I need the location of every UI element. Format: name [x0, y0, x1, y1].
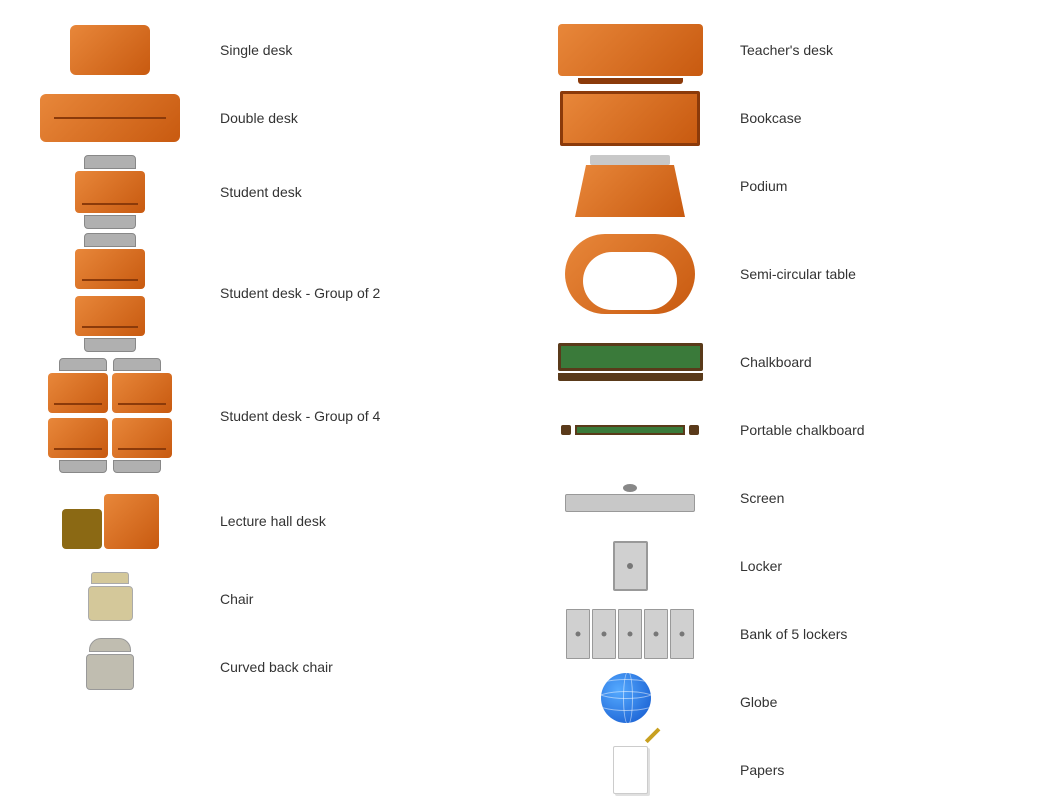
screen-label: Screen: [740, 490, 784, 506]
student-desk-group4-label: Student desk - Group of 4: [220, 408, 380, 424]
chalkboard-label: Chalkboard: [740, 354, 812, 370]
lecture-hall-desk-label: Lecture hall desk: [220, 513, 326, 529]
list-item: Bookcase: [540, 88, 1027, 148]
list-item: Chalkboard: [540, 332, 1027, 392]
portable-chalkboard-label: Portable chalkboard: [740, 422, 865, 438]
bookcase-label: Bookcase: [740, 110, 801, 126]
bank-lockers-icon: [540, 609, 720, 659]
chair-icon: [20, 572, 200, 627]
screen-icon: [540, 484, 720, 512]
list-item: Student desk: [20, 156, 500, 227]
chair-label: Chair: [220, 591, 253, 607]
list-item: Teacher's desk: [540, 20, 1027, 80]
student-desk-group2-icon: [20, 233, 200, 352]
teachers-desk-label: Teacher's desk: [740, 42, 833, 58]
papers-label: Papers: [740, 762, 784, 778]
list-item: Lecture hall desk: [20, 481, 500, 561]
globe-label: Globe: [740, 694, 777, 710]
list-item: Bank of 5 lockers: [540, 604, 1027, 664]
list-item: Single desk: [20, 20, 500, 80]
left-column: Single desk Double desk Student desk: [0, 0, 520, 725]
bank-lockers-label: Bank of 5 lockers: [740, 626, 847, 642]
list-item: Semi-circular table: [540, 224, 1027, 324]
double-desk-icon: [20, 94, 200, 142]
bookcase-icon: [540, 91, 720, 146]
list-item: Papers: [540, 740, 1027, 800]
locker-label: Locker: [740, 558, 782, 574]
papers-icon: [540, 746, 720, 794]
list-item: Double desk: [20, 88, 500, 148]
portable-chalkboard-icon: [540, 425, 720, 435]
list-item: Screen: [540, 468, 1027, 528]
semi-circular-table-label: Semi-circular table: [740, 266, 856, 282]
student-desk-group2-label: Student desk - Group of 2: [220, 285, 380, 301]
single-desk-label: Single desk: [220, 42, 292, 58]
list-item: Curved back chair: [20, 637, 500, 697]
right-column: Teacher's desk Bookcase Podium: [520, 0, 1047, 725]
lecture-hall-desk-icon: [20, 494, 200, 549]
list-item: Locker: [540, 536, 1027, 596]
student-desk-group4-icon: [20, 358, 200, 473]
podium-icon: [540, 155, 720, 217]
podium-label: Podium: [740, 178, 787, 194]
list-item: Student desk - Group of 4: [20, 358, 500, 473]
curved-back-chair-icon: [20, 638, 200, 696]
semi-circular-table-icon: [540, 234, 720, 314]
locker-icon: [540, 541, 720, 591]
curved-back-chair-label: Curved back chair: [220, 659, 333, 675]
student-desk-icon: [20, 155, 200, 229]
main-container: Single desk Double desk Student desk: [0, 0, 1047, 725]
list-item: Portable chalkboard: [540, 400, 1027, 460]
list-item: Podium: [540, 156, 1027, 216]
student-desk-label: Student desk: [220, 184, 302, 200]
teachers-desk-icon: [540, 24, 720, 76]
list-item: Student desk - Group of 2: [20, 235, 500, 350]
double-desk-label: Double desk: [220, 110, 298, 126]
list-item: Globe: [540, 672, 1027, 732]
globe-icon: [540, 673, 720, 731]
single-desk-icon: [20, 25, 200, 75]
list-item: Chair: [20, 569, 500, 629]
chalkboard-icon: [540, 343, 720, 381]
